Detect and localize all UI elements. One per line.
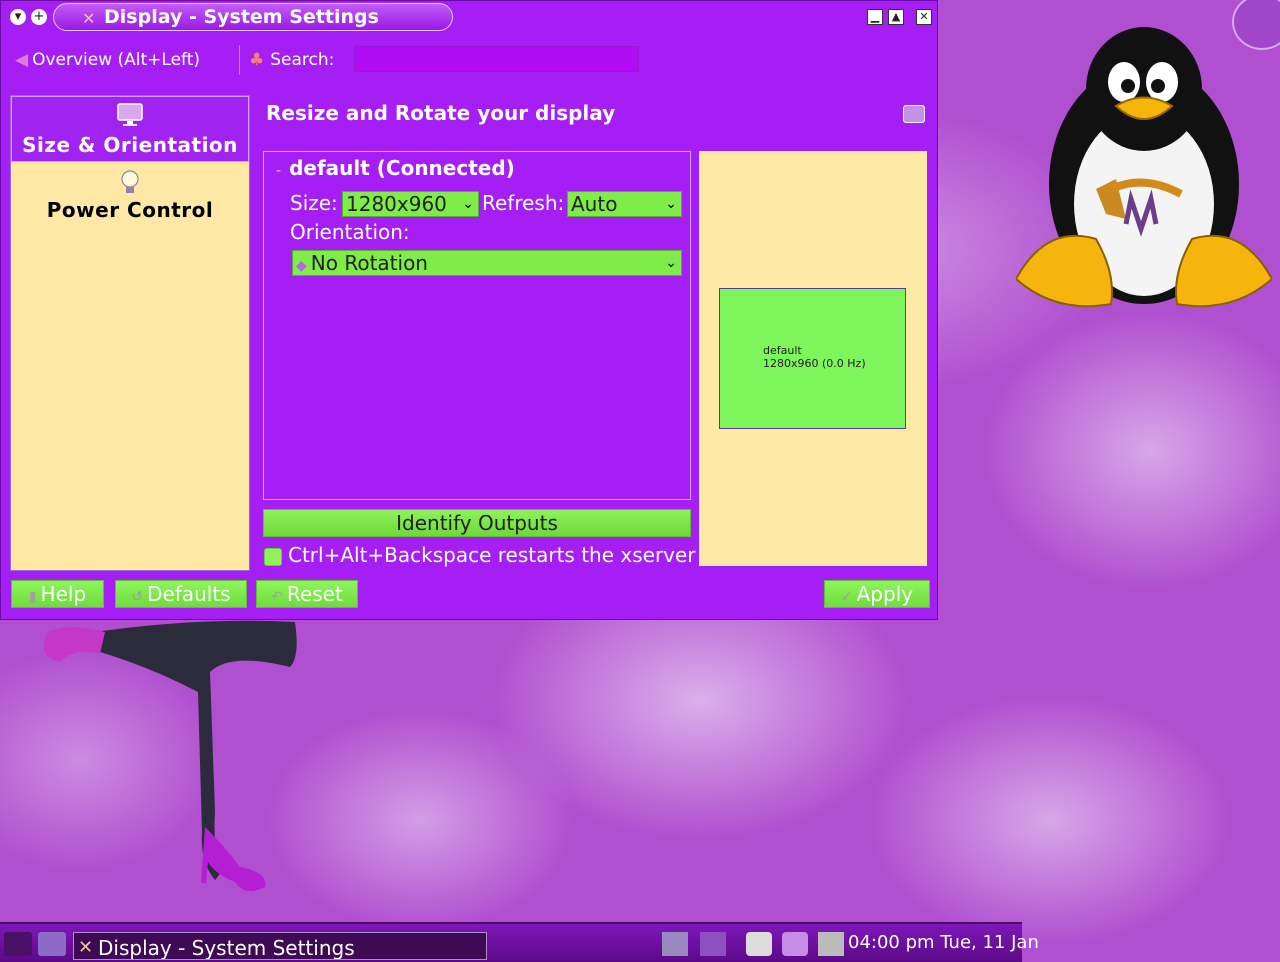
window-title: Display - System Settings	[104, 6, 379, 28]
system-settings-window: ▾ + ✕ Display - System Settings ▁ ▲ ✕ ◀ O…	[0, 0, 938, 620]
system-settings-app-icon: ✕	[78, 937, 94, 958]
overview-label: Overview (Alt+Left)	[32, 50, 201, 70]
help-button[interactable]: ▮ Help	[11, 580, 104, 608]
window-title-pill: ✕ Display - System Settings	[53, 3, 453, 31]
orientation-select[interactable]: ◆ No Rotation ⌄	[292, 250, 682, 276]
ctrl-alt-backspace-label: Ctrl+Alt+Backspace restarts the xserver	[288, 543, 696, 567]
reset-button[interactable]: ↶ Reset	[256, 580, 358, 608]
search-label: Search:	[270, 50, 335, 70]
reset-icon: ↶	[271, 589, 283, 605]
search-label-group: ♣ Search:	[249, 47, 334, 73]
page-title: Resize and Rotate your display	[266, 101, 616, 125]
taskbar-task-title: Display - System Settings	[98, 936, 355, 960]
reset-button-label: Reset	[286, 582, 343, 606]
output-preview-monitor[interactable]: default 1280x960 (0.0 Hz)	[719, 288, 906, 429]
output-group: - default (Connected) Size: 1280x960 ⌄ Re…	[263, 151, 691, 500]
chevron-down-icon: ⌄	[665, 196, 677, 212]
size-select-value: 1280x960	[346, 192, 447, 216]
preview-output-mode: 1280x960 (0.0 Hz)	[763, 357, 866, 370]
file-manager-icon[interactable]	[38, 932, 66, 956]
toolbar-separator	[239, 45, 240, 75]
keep-above-button[interactable]: +	[31, 9, 47, 25]
checkmark-icon: ✓	[840, 589, 853, 605]
apply-button[interactable]: ✓ Apply	[824, 580, 930, 608]
rotation-icon: ◆	[296, 258, 307, 274]
collapse-icon[interactable]: -	[276, 163, 281, 179]
identify-outputs-button[interactable]: Identify Outputs	[263, 509, 691, 537]
search-icon: ♣	[249, 50, 265, 70]
orientation-select-value: No Rotation	[310, 251, 428, 275]
clock-date: Tue, 11 Jan	[940, 932, 1039, 953]
application-launcher-icon[interactable]	[4, 932, 32, 956]
help-button-label: Help	[40, 582, 87, 606]
output-group-title: default (Connected)	[289, 156, 515, 180]
wallpaper-legs-image	[44, 620, 297, 891]
sidebar: Size & Orientation Power Control	[10, 95, 250, 571]
window-menu-button[interactable]: ▾	[10, 9, 26, 25]
calendar-icon[interactable]	[746, 932, 772, 956]
penguin-wallpaper-image	[1016, 27, 1272, 308]
sidebar-item-power-control[interactable]: Power Control	[11, 166, 249, 232]
chevron-down-icon: ⌄	[665, 255, 677, 271]
output-group-title-row[interactable]: - default (Connected)	[276, 156, 515, 180]
orientation-label: Orientation:	[290, 220, 410, 244]
defaults-icon: ↺	[131, 589, 144, 605]
monitor-icon	[117, 103, 143, 126]
maximize-button[interactable]: ▲	[888, 9, 904, 25]
toolbar: ◀ Overview (Alt+Left) ♣ Search:	[1, 39, 939, 81]
refresh-label: Refresh:	[482, 191, 565, 215]
chevron-down-icon: ⌄	[462, 196, 474, 212]
display-module-icon	[903, 105, 925, 123]
defaults-button-label: Defaults	[147, 582, 231, 606]
taskbar-task-display-settings[interactable]: ✕ Display - System Settings	[73, 932, 487, 960]
help-icon: ▮	[28, 589, 37, 605]
taskbar: ✕ Display - System Settings 04:00 pm Tue…	[0, 922, 1039, 962]
size-label: Size:	[290, 191, 338, 215]
sidebar-item-label: Size & Orientation	[22, 133, 238, 157]
preview-output-name: default	[763, 344, 802, 357]
sidebar-item-size-orientation[interactable]: Size & Orientation	[11, 96, 249, 162]
lightbulb-icon	[121, 170, 139, 193]
apply-button-label: Apply	[856, 582, 914, 606]
title-bar[interactable]: ▾ + ✕ Display - System Settings ▁ ▲ ✕	[1, 1, 939, 33]
network-icon[interactable]	[818, 932, 844, 956]
display-preview-area: default 1280x960 (0.0 Hz)	[699, 151, 927, 566]
overview-button[interactable]: ◀ Overview (Alt+Left)	[15, 47, 200, 73]
system-settings-app-icon: ✕	[82, 9, 96, 28]
taskbar-clock[interactable]: 04:00 pm Tue, 11 Jan	[848, 932, 1039, 953]
ctrl-alt-backspace-checkbox[interactable]	[264, 548, 282, 566]
minimize-button[interactable]: ▁	[867, 9, 883, 25]
refresh-select-value: Auto	[571, 192, 618, 216]
size-select[interactable]: 1280x960 ⌄	[342, 191, 479, 217]
refresh-select[interactable]: Auto ⌄	[567, 191, 682, 217]
clock-time: 04:00 pm	[848, 932, 935, 953]
search-input[interactable]	[354, 46, 639, 72]
clipboard-icon[interactable]	[782, 932, 808, 956]
defaults-button[interactable]: ↺ Defaults	[115, 580, 247, 608]
pager-icon[interactable]	[700, 932, 726, 956]
desktop-switcher-icon[interactable]	[662, 932, 688, 956]
close-button[interactable]: ✕	[916, 9, 932, 25]
back-arrow-icon: ◀	[15, 50, 29, 70]
sidebar-item-label: Power Control	[46, 198, 214, 222]
